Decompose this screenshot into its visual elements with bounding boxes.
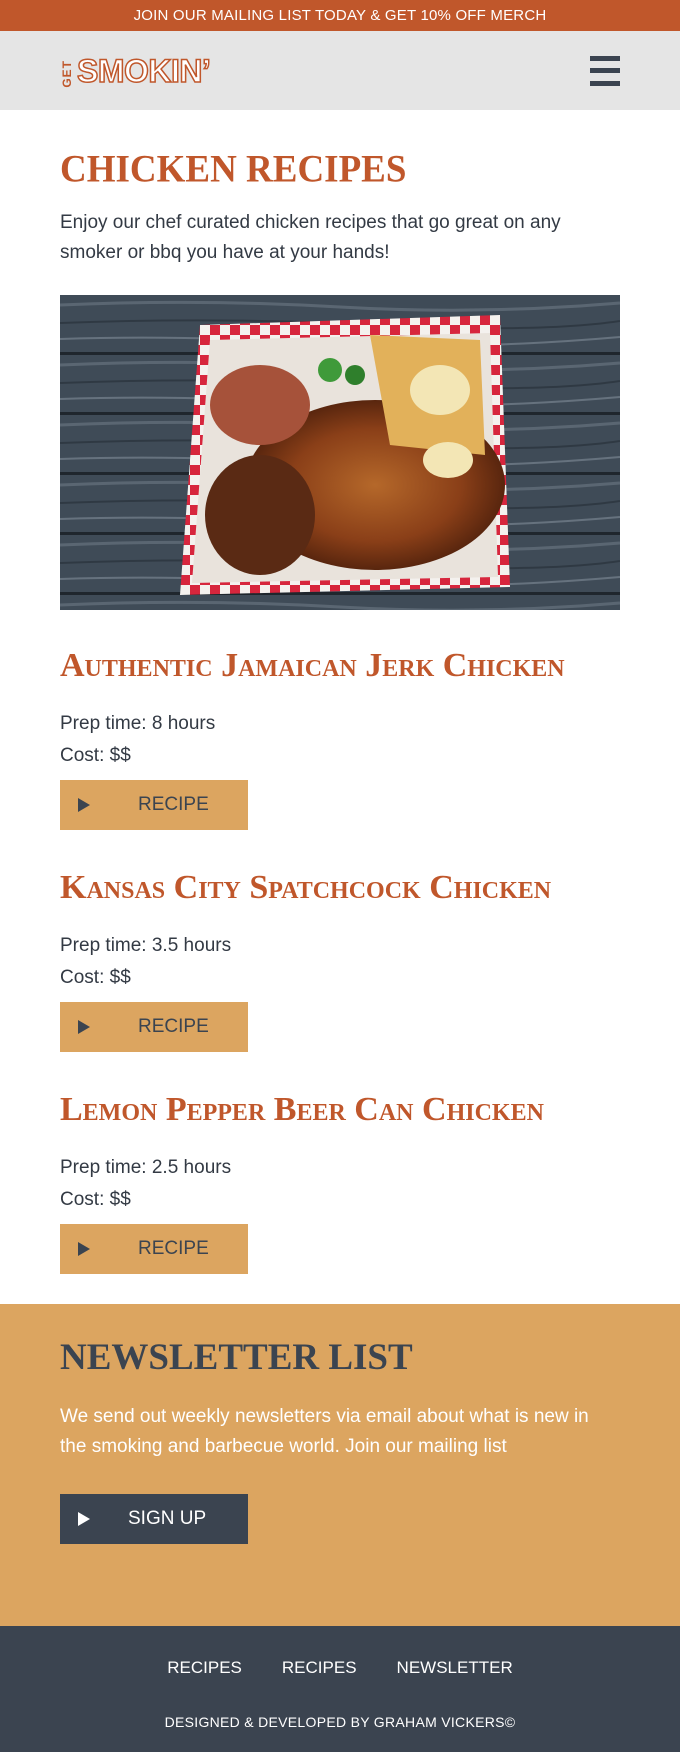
- footer-link-recipes[interactable]: RECIPES: [282, 1658, 357, 1678]
- recipe-prep-time: Prep time: 3.5 hours: [60, 935, 232, 956]
- recipe-cost: Cost: $$: [60, 1189, 131, 1210]
- recipe-cost: Cost: $$: [60, 967, 131, 988]
- newsletter-title: NEWSLETTER LIST: [60, 1337, 413, 1378]
- hamburger-bar: [590, 80, 620, 86]
- recipe-meta: Prep time: 8 hours Cost: $$: [60, 708, 620, 772]
- hamburger-bar: [590, 68, 620, 73]
- site-footer: RECIPES RECIPES NEWSLETTER DESIGNED & DE…: [0, 1626, 680, 1752]
- recipe-title: Authentic Jamaican Jerk Chicken: [60, 647, 565, 684]
- recipe-button[interactable]: RECIPE: [60, 1002, 248, 1052]
- recipe-meta: Prep time: 2.5 hours Cost: $$: [60, 1152, 620, 1216]
- play-icon: [78, 1512, 90, 1526]
- recipe-button-label: RECIPE: [138, 1238, 209, 1259]
- footer-link-newsletter[interactable]: NEWSLETTER: [397, 1658, 513, 1678]
- signup-button[interactable]: SIGN UP: [60, 1494, 248, 1544]
- recipe-card: Authentic Jamaican Jerk Chicken Prep tim…: [60, 646, 620, 830]
- recipe-button-label: RECIPE: [138, 794, 209, 815]
- recipe-title: Kansas City Spatchcock Chicken: [60, 869, 552, 906]
- recipe-button[interactable]: RECIPE: [60, 1224, 248, 1274]
- hamburger-menu-icon[interactable]: [590, 55, 620, 86]
- recipe-card: Kansas City Spatchcock Chicken Prep time…: [60, 868, 620, 1052]
- newsletter-section: NEWSLETTER LIST We send out weekly newsl…: [0, 1304, 680, 1626]
- promo-text: JOIN OUR MAILING LIST TODAY & GET 10% OF…: [133, 7, 547, 24]
- logo-smokin-text: SMOKIN’: [76, 52, 211, 89]
- recipe-card: Lemon Pepper Beer Can Chicken Prep time:…: [60, 1090, 620, 1274]
- intro-text: Enjoy our chef curated chicken recipes t…: [60, 212, 561, 263]
- recipe-title: Lemon Pepper Beer Can Chicken: [60, 1091, 544, 1128]
- play-icon: [78, 1242, 90, 1256]
- play-icon: [78, 798, 90, 812]
- promo-banner[interactable]: JOIN OUR MAILING LIST TODAY & GET 10% OF…: [0, 0, 680, 31]
- main-content: CHICKEN RECIPES Enjoy our chef curated c…: [0, 148, 680, 1274]
- page-title: CHICKEN RECIPES: [60, 147, 407, 191]
- newsletter-text: We send out weekly newsletters via email…: [60, 1406, 589, 1457]
- hamburger-bar: [590, 55, 620, 61]
- recipe-button-label: RECIPE: [138, 1016, 209, 1037]
- recipe-cost: Cost: $$: [60, 745, 131, 766]
- site-header: GET SMOKIN’: [0, 31, 680, 110]
- recipe-prep-time: Prep time: 2.5 hours: [60, 1157, 232, 1178]
- recipe-meta: Prep time: 3.5 hours Cost: $$: [60, 930, 620, 994]
- recipe-prep-time: Prep time: 8 hours: [60, 713, 216, 734]
- footer-link-recipes[interactable]: RECIPES: [167, 1658, 242, 1678]
- signup-button-label: SIGN UP: [128, 1508, 207, 1529]
- footer-credit: DESIGNED & DEVELOPED BY GRAHAM VICKERS©: [164, 1714, 516, 1730]
- recipe-button[interactable]: RECIPE: [60, 780, 248, 830]
- hero-image: [60, 295, 620, 610]
- footer-nav: RECIPES RECIPES NEWSLETTER: [0, 1658, 680, 1678]
- site-logo[interactable]: GET SMOKIN’: [60, 52, 212, 89]
- logo-get-text: GET: [60, 59, 74, 88]
- play-icon: [78, 1020, 90, 1034]
